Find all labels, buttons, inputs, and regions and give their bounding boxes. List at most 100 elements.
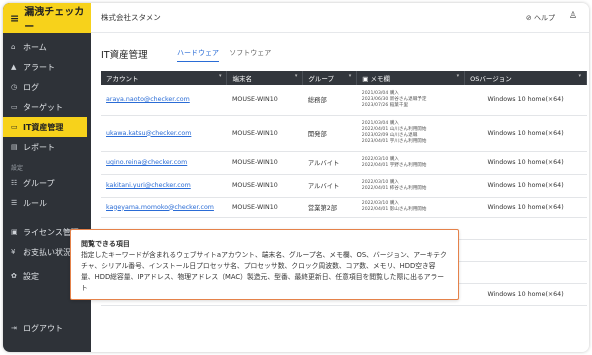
sidebar-item-group[interactable]: ☷ グループ <box>3 173 91 193</box>
sidebar-item-label: アラート <box>23 62 55 72</box>
os-cell <box>464 217 587 240</box>
tooltip-body: 指定したキーワードが含まれるウェブサイトaアカウント、端末名、グループ名、メモ欄… <box>81 251 447 292</box>
brand-bar: ≡ 漏洩チェッカー <box>3 3 91 33</box>
group-cell: 開発部 <box>302 115 357 152</box>
sidebar-item-log[interactable]: ◷ ログ <box>3 77 91 97</box>
sort-icon[interactable]: ▾ <box>349 73 352 79</box>
main-content: IT資産管理 ハードウェア ソフトウェア アカウント ▾ 端末名 ▾ グループ ▾ ▣… <box>91 33 589 352</box>
column-header-label: メモ欄 <box>370 75 391 83</box>
sidebar-item-label: ターゲット <box>23 102 63 112</box>
app-window: ≡ 漏洩チェッカー ⌂ ホーム ▲ アラート ◷ ログ ▭ ターゲット ▭ IT資産管理 … <box>3 3 589 352</box>
terminal-cell: MOUSE-WIN10 <box>226 151 303 175</box>
os-cell <box>464 261 587 284</box>
sidebar-item-it-assets[interactable]: ▭ IT資産管理 <box>3 117 87 137</box>
column-header-label: アカウント <box>106 75 139 83</box>
memo-line: 2023/04/01 宇川さん利用開始 <box>361 139 427 144</box>
sidebar-item-target[interactable]: ▭ ターゲット <box>3 97 91 117</box>
sidebar-item-alert[interactable]: ▲ アラート <box>3 57 91 77</box>
sort-icon[interactable]: ▾ <box>219 73 222 79</box>
os-cell: Windows 10 home(×64) <box>464 283 587 306</box>
column-header-terminal[interactable]: 端末名 ▾ <box>226 71 304 85</box>
tooltip-title: 閲覧できる項目 <box>81 240 130 248</box>
group-cell: アルバイト <box>302 174 357 198</box>
sidebar-item-label: ルール <box>23 198 47 208</box>
column-header-memo[interactable]: ▣ メモ欄 ▾ <box>356 71 466 85</box>
clock-icon: ◷ <box>11 83 18 91</box>
user-icon[interactable]: ♙ <box>569 11 577 21</box>
sidebar-item-label: グループ <box>23 178 55 188</box>
viewable-items-tooltip: 閲覧できる項目 指定したキーワードが含まれるウェブサイトaアカウント、端末名、グ… <box>70 229 459 300</box>
table-row[interactable]: kakitani.yuri@checker.com MOUSE-WIN10 アルバイ… <box>101 174 587 198</box>
account-cell[interactable]: ugino.reina@checker.com <box>101 151 227 175</box>
account-cell[interactable]: kakitani.yuri@checker.com <box>101 174 227 198</box>
monitor-icon: ▭ <box>11 123 18 131</box>
company-name: 株式会社スタメン <box>101 13 161 22</box>
sidebar-item-label: 設定 <box>23 271 39 281</box>
sidebar-item-label: ホーム <box>23 42 47 52</box>
sidebar-item-label: IT資産管理 <box>23 122 64 132</box>
table-row[interactable]: ugino.reina@checker.com MOUSE-WIN10 アルバイト 2… <box>101 151 587 175</box>
settings-section-label: 設定 <box>11 165 24 172</box>
memo-cell: 2022/03/10 購入 2022/04/01 影山さん利用開始 <box>356 197 465 218</box>
table-header-row: アカウント ▾ 端末名 ▾ グループ ▾ ▣ メモ欄 ▾ OSバージョン ▾ <box>101 71 587 85</box>
column-header-group[interactable]: グループ ▾ <box>302 71 358 85</box>
sidebar-item-home[interactable]: ⌂ ホーム <box>3 37 91 57</box>
logout-icon: ⇥ <box>11 324 17 332</box>
os-cell: Windows 10 home(×64) <box>464 174 587 198</box>
tab-software[interactable]: ソフトウェア <box>229 48 271 61</box>
memo-line: 2023/07/26 稲葉千里 <box>361 102 409 108</box>
column-header-account[interactable]: アカウント ▾ <box>101 71 228 85</box>
os-cell <box>464 239 587 262</box>
home-icon: ⌂ <box>11 43 16 51</box>
group-cell: 総務部 <box>302 85 357 116</box>
terminal-cell: MOUSE-WIN10 <box>226 115 303 152</box>
page-title: IT資産管理 <box>101 50 148 61</box>
help-button[interactable]: ⊘ ヘルプ <box>526 13 555 23</box>
sidebar-item-report[interactable]: ▤ レポート <box>3 137 91 157</box>
table-row[interactable]: araya.naoto@checker.com MOUSE-WIN10 総務部 202… <box>101 85 587 116</box>
sidebar-item-rule[interactable]: ☰ ルール <box>3 193 91 213</box>
terminal-cell: MOUSE-WIN10 <box>226 174 303 198</box>
table-row[interactable]: kageyama.momoko@checker.com MOUSE-WIN10 営業… <box>101 197 587 218</box>
terminal-cell: MOUSE-WIN10 <box>226 85 303 116</box>
memo-cell: 2022/03/10 購入 2022/04/01 柿谷さん利用開始 <box>356 174 465 198</box>
os-cell: Windows 10 home(×64) <box>464 85 587 116</box>
memo-line: 2022/04/01 影山さん利用開始 <box>361 207 427 212</box>
account-cell[interactable]: ukawa.katsu@checker.com <box>101 115 227 152</box>
memo-cell: 2022/03/10 購入 2022/04/01 宇野さん利用開始 <box>356 151 465 175</box>
logout-button[interactable]: ⇥ ログアウト <box>3 318 63 338</box>
column-header-label: グループ <box>308 75 334 83</box>
app-title: 漏洩チェッカー <box>24 7 85 33</box>
os-cell: Windows 10 home(×64) <box>464 115 587 152</box>
sort-icon[interactable]: ▾ <box>578 73 581 79</box>
account-cell[interactable]: araya.naoto@checker.com <box>101 85 227 116</box>
bell-icon: ▲ <box>11 63 17 71</box>
license-icon: ▣ <box>11 228 18 236</box>
top-bar: 株式会社スタメン ⊘ ヘルプ ♙ <box>91 3 589 33</box>
os-cell: Windows 10 home(×64) <box>464 151 587 175</box>
group-cell: 営業第2部 <box>302 197 357 218</box>
tab-hardware[interactable]: ハードウェア <box>177 48 219 62</box>
target-icon: ▭ <box>11 103 18 111</box>
payment-icon: ¥ <box>11 248 16 256</box>
group-icon: ☷ <box>11 179 18 187</box>
logout-label: ログアウト <box>23 323 63 333</box>
memo-line: 2022/04/01 柿谷さん利用開始 <box>361 185 427 191</box>
sidebar-item-label: お支払い状況 <box>23 247 71 257</box>
hamburger-menu-icon[interactable]: ≡ <box>10 12 19 25</box>
memo-cell: 2021/03/04 購入 2023/06/30 新谷さん退職予定 2023/07/… <box>356 85 465 116</box>
column-header-label: OSバージョン <box>470 75 512 83</box>
sidebar-item-label: ログ <box>23 82 39 92</box>
sort-icon[interactable]: ▾ <box>457 73 460 79</box>
table-row[interactable]: ukawa.katsu@checker.com MOUSE-WIN10 開発部 202… <box>101 115 587 152</box>
group-cell: アルバイト <box>302 151 357 175</box>
help-icon: ⊘ <box>525 14 534 22</box>
memo-cell: 2021/03/04 購入 2022/04/01 山川さん利用開始 2023/02/… <box>356 115 465 152</box>
account-cell[interactable]: kageyama.momoko@checker.com <box>101 197 227 218</box>
memo-icon: ▣ <box>362 75 371 83</box>
report-icon: ▤ <box>11 143 18 151</box>
sort-icon[interactable]: ▾ <box>295 73 298 79</box>
column-header-os[interactable]: OSバージョン ▾ <box>464 71 587 85</box>
tab-bar: ハードウェア ソフトウェア <box>177 48 279 62</box>
column-header-label: 端末名 <box>232 75 252 83</box>
